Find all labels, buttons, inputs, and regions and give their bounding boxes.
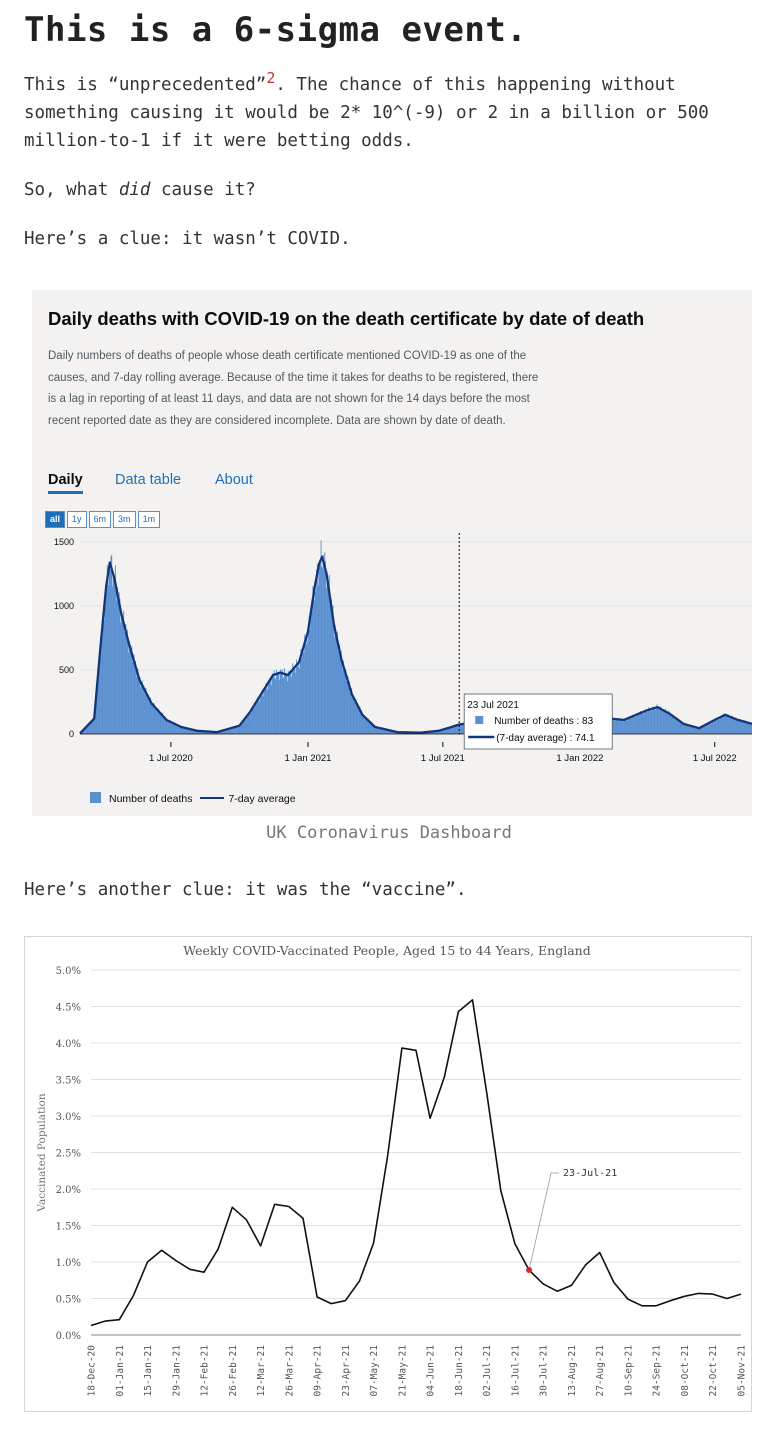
x-tick-label: 18-Dec-20 (87, 1345, 98, 1397)
annotation-marker (526, 1267, 533, 1274)
y-tick-label: 4.5% (56, 1003, 81, 1014)
tab-daily[interactable]: Daily (48, 472, 83, 494)
range-3m-button[interactable]: 3m (113, 511, 136, 528)
x-tick-label: 13-Aug-21 (567, 1345, 578, 1397)
dashboard-description: Daily numbers of deaths of people whose … (48, 350, 539, 427)
range-selector: all 1y 6m 3m 1m (45, 511, 162, 528)
range-1m-button[interactable]: 1m (137, 511, 161, 528)
y-tick-label: 2.0% (56, 1185, 81, 1196)
deaths-legend: Number of deaths 7-day average (90, 792, 296, 805)
legend-bars-label: Number of deaths (109, 793, 193, 805)
tooltip-date: 23 Jul 2021 (467, 700, 519, 711)
y-tick-label: 3.0% (56, 1112, 81, 1123)
x-tick-label: 24-Sep-21 (652, 1345, 663, 1397)
x-tick-label: 15-Jan-21 (143, 1345, 154, 1397)
x-tick-label: 22-Oct-21 (708, 1345, 719, 1397)
chart-title: Weekly COVID-Vaccinated People, Aged 15 … (183, 943, 590, 958)
x-tick-label: 07-May-21 (369, 1345, 380, 1397)
x-tick-label: 26-Feb-21 (228, 1345, 239, 1397)
x-tick-label: 10-Sep-21 (623, 1345, 634, 1397)
annotation-label: 23-Jul-21 (563, 1168, 617, 1179)
deaths-chart: 0 500 1000 1500 1 Jul 2020 1 Jan 2021 1 Jul 20… (54, 533, 752, 764)
y-tick-label: 0.0% (56, 1331, 81, 1342)
article-heading: This is a 6-sigma event. (24, 10, 528, 50)
y-tick-label: 4.0% (56, 1039, 81, 1050)
y-axis-label: Vaccinated Population (36, 1093, 48, 1212)
x-tick-label: 1 Jul 2021 (421, 753, 465, 764)
y-tick-label: 500 (59, 665, 74, 675)
x-tick-label: 26-Mar-21 (284, 1345, 295, 1397)
x-tick-label: 21-May-21 (397, 1345, 408, 1397)
y-tick-label: 3.5% (56, 1076, 81, 1087)
figure-caption: UK Coronavirus Dashboard (266, 823, 512, 843)
x-tick-label: 29-Jan-21 (171, 1345, 182, 1397)
footnote-link[interactable]: 2 (266, 69, 275, 87)
question-text-start: So, what (24, 180, 119, 200)
x-tick-label: 30-Jul-21 (539, 1345, 550, 1397)
vaccinated-line (90, 999, 742, 1327)
x-tick-label: 1 Jan 2021 (284, 753, 331, 764)
x-tick-label: 09-Apr-21 (313, 1345, 324, 1397)
deaths-bars (80, 540, 752, 734)
tooltip-bars-swatch (475, 716, 484, 724)
average-line (79, 555, 752, 735)
dashboard-card: Daily deaths with COVID-19 on the death … (32, 290, 752, 816)
tooltip-bars-value: Number of deaths : 83 (494, 716, 593, 727)
y-tick-label: 1000 (54, 601, 74, 611)
y-tick-label: 1.5% (56, 1222, 81, 1233)
y-tick-label: 0 (69, 729, 74, 739)
deaths-bar (751, 723, 752, 734)
question-emphasis: did (118, 180, 151, 200)
x-tick-label: 1 Jul 2022 (693, 753, 737, 764)
vacc-grid (91, 969, 741, 1336)
tab-data-table[interactable]: Data table (115, 472, 181, 488)
x-tick-label: 16-Jul-21 (510, 1345, 521, 1397)
y-tick-label: 1.0% (56, 1258, 81, 1269)
y-tick-label: 1500 (54, 537, 74, 547)
annotation-leader (528, 1172, 560, 1271)
legend-line-label: 7-day average (228, 793, 296, 805)
y-tick-label: 2.5% (56, 1149, 81, 1160)
x-tick-label: 1 Jul 2020 (149, 753, 193, 764)
y-tick-label: 5.0% (56, 966, 81, 977)
tooltip: 23 Jul 2021 Number of deaths : 83 (7-day a… (463, 693, 613, 750)
tooltip-line-value: (7-day average) : 74.1 (496, 733, 595, 744)
vaccination-chart: Weekly COVID-Vaccinated People, Aged 15 … (24, 936, 752, 1412)
range-all-button[interactable]: all (45, 511, 66, 528)
x-tick-label: 1 Jan 2022 (556, 753, 603, 764)
paragraph-intro: This is “unprecedented”2. The chance of … (24, 71, 709, 155)
x-tick-label: 12-Feb-21 (200, 1345, 211, 1397)
x-tick-label: 23-Apr-21 (341, 1345, 352, 1397)
y-tick-label: 0.5% (56, 1295, 81, 1306)
question-text-end: cause it? (150, 180, 256, 200)
range-1y-button[interactable]: 1y (67, 511, 87, 528)
x-tick-label: 01-Jan-21 (115, 1345, 126, 1397)
x-tick-label: 05-Nov-21 (737, 1345, 748, 1397)
x-tick-label: 27-Aug-21 (595, 1345, 606, 1397)
dashboard-title: Daily deaths with COVID-19 on the death … (48, 308, 645, 329)
legend-line-swatch (200, 796, 225, 799)
paragraph-clue-two: Here’s another clue: it was the “vaccine… (24, 880, 467, 900)
x-tick-label: 18-Jun-21 (454, 1345, 465, 1397)
x-tick-label: 02-Jul-21 (482, 1345, 493, 1397)
intro-text-start: This is “unprecedented” (24, 75, 267, 95)
x-tick-label: 08-Oct-21 (680, 1345, 691, 1397)
x-tick-label: 12-Mar-21 (256, 1345, 267, 1397)
tab-about[interactable]: About (215, 472, 253, 488)
x-tick-label: 04-Jun-21 (426, 1345, 437, 1397)
deaths-grid (80, 541, 752, 735)
legend-bars-swatch (90, 792, 101, 803)
range-6m-button[interactable]: 6m (88, 511, 112, 528)
paragraph-clue-one: Here’s a clue: it wasn’t COVID. (24, 229, 351, 249)
paragraph-question: So, what did cause it? (24, 176, 256, 204)
